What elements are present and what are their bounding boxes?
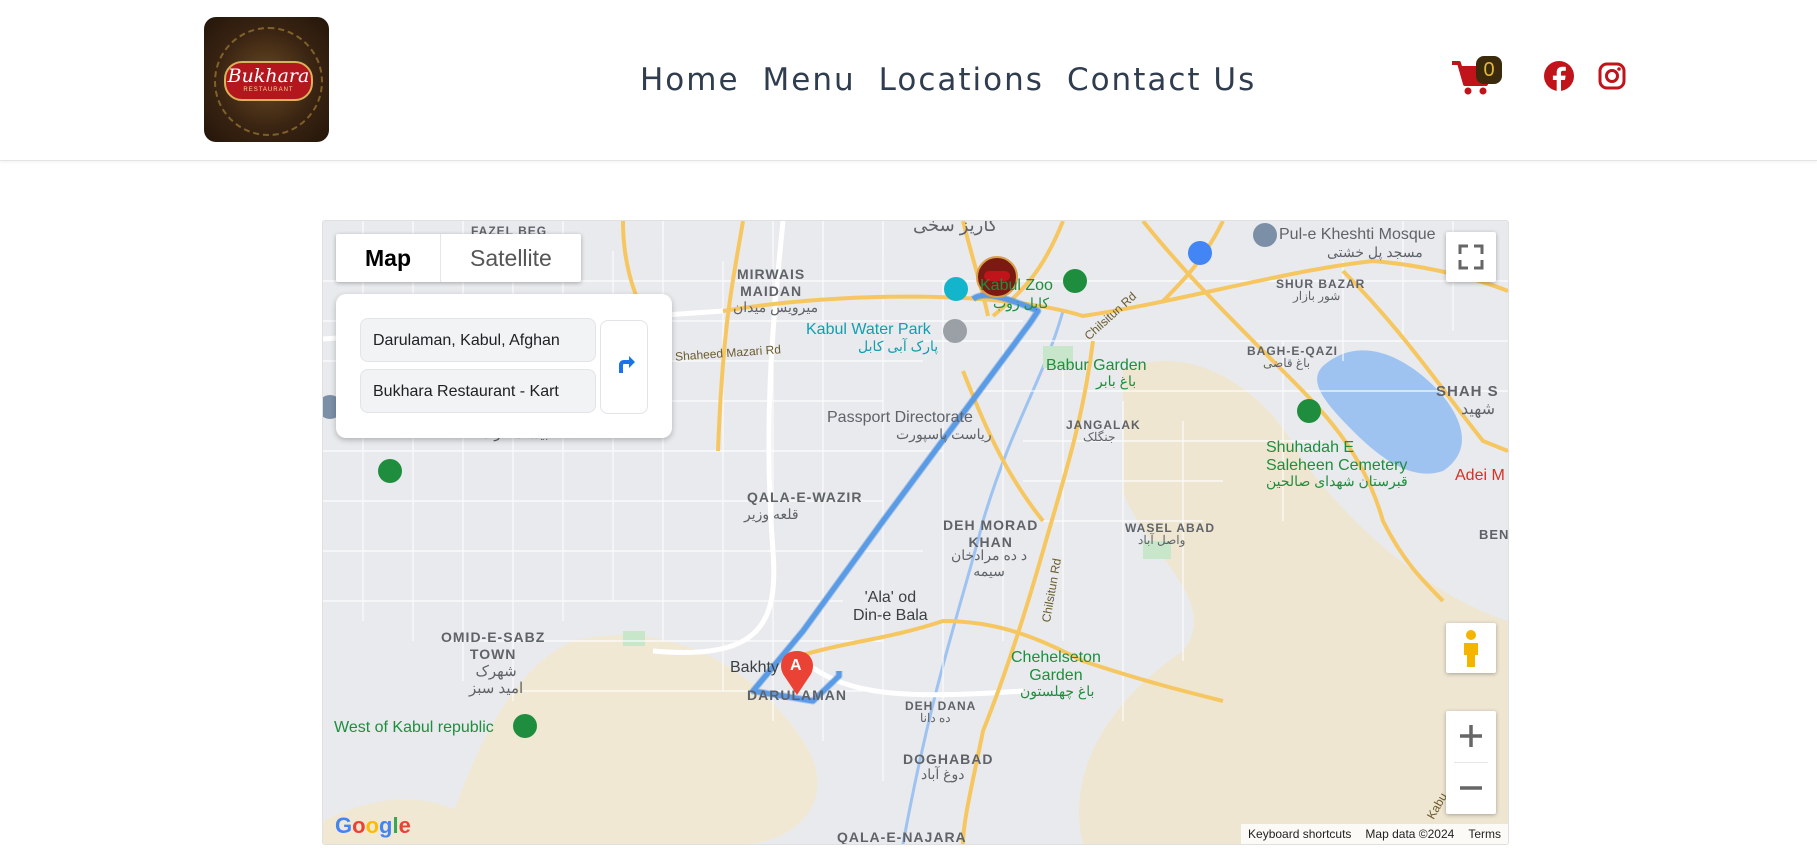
keyboard-shortcuts-link[interactable]: Keyboard shortcuts [1241, 827, 1358, 841]
map-label-pul-e-kheshti: Pul-e Kheshti Mosque [1279, 226, 1436, 243]
map-label-omid: OMID-E-SABZ TOWN [441, 629, 546, 662]
street-view-button[interactable] [1446, 623, 1496, 673]
zoom-in-icon[interactable] [1446, 711, 1496, 762]
marker-a-label[interactable]: A [790, 657, 802, 675]
map-label-omid-urdu: شهرک امید سبز [469, 663, 524, 697]
nav-contact-us[interactable]: Contact Us [1067, 58, 1256, 102]
directions-arrow-icon [619, 356, 635, 373]
main-nav: Home Menu Locations Contact Us [640, 58, 1279, 102]
map-label-chehelseton-urdu: باغ چهلستون [1020, 683, 1095, 699]
map-label-wasel-urdu: واصل آباد [1138, 533, 1186, 547]
fullscreen-button[interactable] [1446, 232, 1496, 282]
instagram-icon[interactable] [1598, 62, 1626, 90]
google-map[interactable]: A FAZEL BEG کاریز سخی MIRWAIS MAIDAN میر… [323, 221, 1508, 844]
map-label-deh-morad: DEH MORAD KHAN [943, 517, 1039, 550]
logo-sub: RESTAURANT [243, 87, 294, 93]
map-label-shur-urdu: شور بازار [1293, 289, 1341, 303]
map-label-kabul-zoo: Kabul Zoo [980, 277, 1053, 294]
map-type-map[interactable]: Map [336, 234, 441, 282]
map-label-water-park-urdu: پارک آبی کابل [858, 338, 939, 354]
map-label-west-kabul: West of Kabul republic [334, 719, 494, 736]
terms-link[interactable]: Terms [1461, 827, 1508, 841]
map-label-bagh-urdu: باغ قاضی [1263, 356, 1311, 370]
map-attribution: Keyboard shortcuts Map data ©2024 Terms [1241, 824, 1508, 844]
directions-panel: Darulaman, Kabul, Afghan Bukhara Restaur… [336, 294, 672, 438]
map-type-control: Map Satellite [336, 234, 581, 282]
map-label-shah: SHAH S [1436, 383, 1499, 400]
pegman-icon [1464, 630, 1478, 667]
map-label-pul-urdu: مسجد پل خشتی [1327, 244, 1423, 260]
map-label-qala-urdu: قلعه وزیر [744, 506, 799, 522]
site-header: Bukhara RESTAURANT Home Menu Locations C… [0, 0, 1817, 161]
map-label-kariz: کاریز سخی [913, 221, 998, 235]
map-label-deh-dana-urdu: ده دانا [920, 711, 951, 725]
map-label-adei: Adei M [1455, 467, 1505, 484]
map-label-kabul-zoo-urdu: کابل زوب [993, 295, 1050, 311]
map-label-darulaman: DARULAMAN [747, 687, 847, 703]
map-label-ala-od-din: 'Ala' od Din-e Bala [853, 589, 928, 624]
map-label-shuhadah: Shuhadah E Saleheen Cemetery [1266, 439, 1408, 474]
zoom-out-icon[interactable] [1446, 763, 1496, 814]
fullscreen-icon [1458, 244, 1484, 270]
map-label-shah-urdu: شهید [1461, 401, 1496, 418]
map-data-text: Map data ©2024 [1365, 827, 1455, 841]
map-label-qala-e-najara: QALA-E-NAJARA [837, 829, 967, 844]
map-label-mirwais: MIRWAIS MAIDAN [737, 266, 806, 299]
destination-field[interactable]: Bukhara Restaurant - Kart [360, 369, 596, 413]
cart-count-badge[interactable]: 0 [1476, 56, 1502, 84]
map-label-deh-morad-urdu: د ده مرادخان سیمه [951, 547, 1028, 579]
map-label-passport: Passport Directorate [827, 409, 973, 426]
map-label-water-park: Kabul Water Park [806, 321, 931, 338]
map-label-shuhadah-urdu: قبرستان شهدای صالحین [1266, 473, 1408, 489]
restaurant-logo[interactable]: Bukhara RESTAURANT [204, 17, 329, 142]
map-type-satellite[interactable]: Satellite [441, 234, 581, 282]
logo-brand: Bukhara [227, 65, 310, 87]
map-label-mirwais-urdu: میرویس میدان [733, 299, 819, 315]
nav-locations[interactable]: Locations [879, 58, 1044, 102]
map-label-bakhty: Bakhty [730, 659, 779, 676]
map-label-babur-urdu: باغ بابر [1096, 373, 1137, 389]
map-label-ben: BEN [1479, 527, 1508, 542]
google-logo: Google [335, 813, 411, 838]
map-label-passport-urdu: ریاست پاسپورت [896, 426, 992, 442]
nav-menu[interactable]: Menu [763, 58, 856, 102]
directions-button[interactable] [600, 320, 648, 414]
map-label-doghabad-urdu: دوغ آباد [921, 766, 965, 782]
origin-field[interactable]: Darulaman, Kabul, Afghan [360, 318, 596, 362]
nav-home[interactable]: Home [640, 58, 740, 102]
map-label-chehelseton: Chehelseton Garden [1011, 649, 1101, 684]
map-label-qala-e-wazir: QALA-E-WAZIR [747, 489, 863, 505]
zoom-control [1446, 711, 1496, 814]
facebook-icon[interactable] [1543, 60, 1575, 92]
map-label-jangalak-urdu: جنگلک [1083, 430, 1116, 444]
